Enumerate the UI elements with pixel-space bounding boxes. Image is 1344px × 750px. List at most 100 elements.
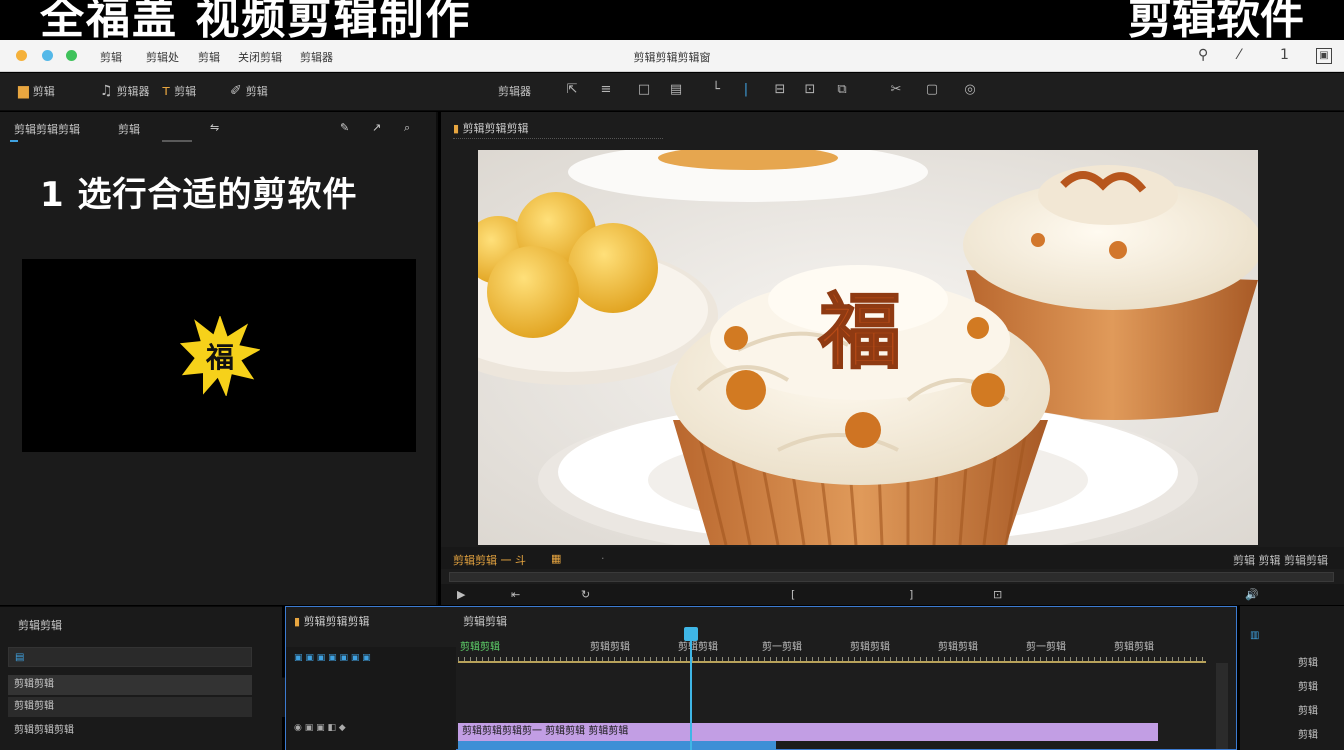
project-panel-title: 剪辑剪辑 [18, 619, 62, 632]
inspector-row-3[interactable]: 剪辑 [1298, 702, 1318, 717]
fu-badge: 福 [180, 316, 260, 396]
timeline-ruler[interactable]: 剪辑剪辑 剪辑剪辑 剪辑剪辑 剪一剪辑 剪辑剪辑 剪辑剪辑 剪一剪辑 剪辑剪辑 [458, 635, 1206, 665]
pen-icon[interactable]: ✎ [340, 121, 349, 134]
timeline-audio-clip[interactable] [458, 741, 776, 750]
filter-icon[interactable]: ⇋ [210, 121, 219, 134]
search-icon[interactable]: ⌕ [404, 121, 410, 135]
page-number: 1 [1280, 47, 1289, 63]
inspector-panel: ▥ 剪辑 剪辑 剪辑 剪辑 [1240, 606, 1344, 750]
project-folder-icon: ▤ [15, 652, 25, 663]
ruler-label-7: 剪一剪辑 [1026, 642, 1066, 653]
timeline-panel: ▮ 剪辑剪辑剪辑 剪辑剪辑 ▣ ▣ ▣ ▣ ▣ ▣ ▣ ◉ ▣ ▣ ◧ ◆ 剪辑… [285, 606, 1237, 750]
arrow-icon[interactable]: ↗ [372, 121, 381, 134]
media-panel-tab-2[interactable]: 剪辑 [118, 121, 140, 137]
ruler-label-2: 剪辑剪辑 [590, 642, 630, 653]
video-track-controls[interactable]: ◉ ▣ ▣ ◧ ◆ [294, 723, 346, 733]
compass-icon[interactable]: ◎ [960, 82, 980, 100]
inspector-row-4[interactable]: 剪辑 [1298, 726, 1318, 741]
playhead-line[interactable] [690, 629, 692, 750]
pin-icon[interactable]: ⚲ [1198, 47, 1208, 63]
ruler-label-1: 剪辑剪辑 [460, 642, 500, 653]
project-row-2[interactable]: 剪辑剪辑 [8, 697, 252, 717]
viewer-info-bar: 剪辑剪辑 一 斗 ▦ · 剪辑 剪辑 剪辑剪辑 [441, 547, 1344, 569]
play-button[interactable]: ▶ [457, 588, 465, 601]
banner-subtitle: 剪辑软件 [1128, 0, 1304, 40]
ruler-ticks [458, 657, 1206, 663]
ruler-label-5: 剪辑剪辑 [850, 642, 890, 653]
preview-viewer: ▮ 剪辑剪辑剪辑 福 剪辑剪辑 一 斗 ▦ · 剪辑 剪辑 剪辑剪辑 ▶ ⇤ ↻… [441, 112, 1344, 605]
fullscreen-button[interactable]: ⊡ [993, 588, 1002, 601]
loop-button[interactable]: ↻ [581, 588, 590, 601]
dot-indicator: · [601, 552, 605, 565]
scrub-bar[interactable] [449, 572, 1334, 582]
project-row-3[interactable]: 剪辑剪辑剪辑 [8, 721, 252, 741]
sidebar-toggle-icon[interactable]: ▣ [1316, 48, 1332, 64]
media-icon: ▆ [18, 83, 29, 99]
text-icon: ᴛ [162, 83, 171, 99]
toolbar-audio-button[interactable]: ♫ 剪辑器 [100, 83, 150, 99]
window-title: 剪辑剪辑剪辑窗 [633, 51, 711, 64]
viewer-bar-right: 剪辑 剪辑 剪辑剪辑 [1233, 554, 1328, 567]
media-panel-tab[interactable]: 剪辑剪辑剪辑 [14, 121, 80, 137]
tab-indicator-2 [162, 140, 192, 142]
toolbar-media-label: 剪辑 [32, 85, 55, 98]
playhead-handle[interactable] [684, 627, 698, 641]
top-banner: 全福盖 视频剪辑制作 剪辑软件 [0, 0, 1344, 40]
timeline-scrollbar[interactable] [1216, 663, 1228, 749]
square-icon[interactable]: □ [634, 82, 654, 100]
mark-out-button[interactable]: ] [909, 588, 913, 601]
inspector-row-2[interactable]: 剪辑 [1298, 678, 1318, 693]
preview-image[interactable]: 福 [478, 150, 1258, 545]
volume-button[interactable]: 🔊 [1245, 588, 1259, 601]
main-toolbar: ▆ 剪辑 ♫ 剪辑器 ᴛ 剪辑 ✐ 剪辑 剪辑器 ⇱ ≡ □ ▤ └ | ⊟ ⊡ ⧉ ✂… [0, 73, 1344, 111]
project-row-1[interactable]: 剪辑剪辑 [8, 675, 252, 695]
badge-char: 福 [205, 341, 234, 374]
inspector-row-1[interactable]: 剪辑 [1298, 654, 1318, 669]
ruler-label-8: 剪辑剪辑 [1114, 642, 1154, 653]
track-controls[interactable]: ▣ ▣ ▣ ▣ ▣ ▣ ▣ [294, 653, 444, 663]
viewer-title: 剪辑剪辑剪辑 [462, 122, 529, 135]
toolbar-effects-button[interactable]: ✐ 剪辑 [230, 83, 268, 99]
viewer-header: ▮ 剪辑剪辑剪辑 [453, 120, 529, 136]
mark-in-button[interactable]: [ [791, 588, 795, 601]
banner-title: 全福盖 视频剪辑制作 [40, 0, 472, 40]
cupcake-photo: 福 [478, 150, 1258, 545]
project-search-row[interactable]: ▤ [8, 647, 252, 667]
prev-frame-button[interactable]: ⇤ [511, 588, 520, 601]
audio-icon: ♫ [100, 83, 113, 99]
list-icon[interactable]: ≡ [596, 82, 616, 100]
toolbar-effects-label: 剪辑 [245, 85, 268, 98]
ruler-label-4: 剪一剪辑 [762, 642, 802, 653]
viewer-bar-left: 剪辑剪辑 一 斗 [453, 554, 526, 567]
toolbar-media-button[interactable]: ▆ 剪辑 [18, 83, 55, 99]
toolbar-text-label: 剪辑 [174, 85, 197, 98]
frame-icon[interactable]: ⊟ [770, 82, 790, 100]
caramel-fu-text: 福 [818, 285, 901, 380]
layers-icon[interactable]: ⧉ [832, 82, 852, 100]
effects-icon: ✐ [230, 83, 242, 99]
playback-controls: ▶ ⇤ ↻ [ ] ⊡ 🔊 [441, 584, 1344, 605]
box-icon[interactable]: ▢ [922, 82, 942, 100]
step-overlay-title: 1 选行合适的剪软件 [40, 175, 358, 215]
viewer-icon: ▮ [453, 122, 463, 135]
toolbar-text-button[interactable]: ᴛ 剪辑 [162, 83, 196, 99]
crop-icon[interactable]: ⊡ [800, 82, 820, 100]
project-panel: 剪辑剪辑 ▤ 剪辑剪辑 剪辑剪辑 剪辑剪辑剪辑 [0, 606, 282, 750]
inspector-icon: ▥ [1250, 630, 1260, 641]
timeline-title: 剪辑剪辑剪辑 [303, 615, 370, 628]
timeline-tab[interactable]: 剪辑剪辑 [463, 615, 507, 628]
toolbar-center-label: 剪辑器 [498, 85, 531, 98]
timeline-clip[interactable]: 剪辑剪辑剪辑剪一 剪辑剪辑 剪辑剪辑 [458, 723, 1158, 741]
fx-icon[interactable]: ▦ [551, 552, 561, 565]
timeline-header: ▮ 剪辑剪辑剪辑 剪辑剪辑 [294, 613, 507, 629]
wand-icon[interactable]: ⁄ [1238, 47, 1240, 63]
window-titlebar: 剪辑 剪辑处 剪辑 关闭剪辑 剪辑器 剪辑剪辑剪辑窗 ⚲ ⁄ 1 ▣ [0, 40, 1344, 72]
cut-icon[interactable]: ✂ [886, 82, 906, 100]
divider-marker: | [743, 82, 749, 97]
viewer-subline [453, 138, 663, 144]
corner-icon[interactable]: └ [706, 82, 726, 100]
tab-indicator [10, 140, 18, 142]
grid-icon[interactable]: ▤ [666, 82, 686, 100]
cursor-icon[interactable]: ⇱ [562, 82, 582, 100]
timeline-icon: ▮ [294, 615, 304, 628]
